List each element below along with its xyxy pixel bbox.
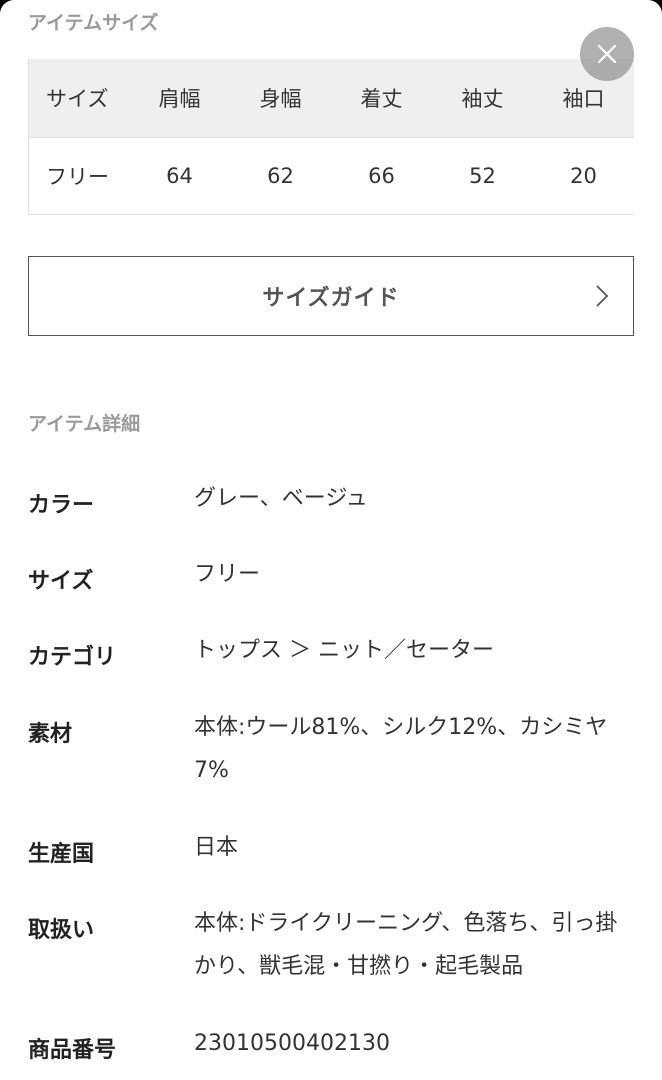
table-cell: 64 — [166, 164, 193, 188]
detail-key: サイズ — [28, 569, 94, 594]
detail-key: 素材 — [28, 722, 73, 747]
item-detail-sheet: アイテムサイズ サイズ 肩幅 身幅 着丈 袖丈 袖口 フリー 64 62 66 … — [0, 0, 662, 1080]
table-cell: 52 — [469, 164, 496, 188]
column-header: 肩幅 — [158, 87, 201, 111]
detail-key: カテゴリ — [28, 645, 117, 670]
column-header: 袖丈 — [461, 87, 504, 111]
size-table: サイズ 肩幅 身幅 着丈 袖丈 袖口 フリー 64 62 66 52 20 — [28, 59, 634, 215]
item-details-title: アイテム詳細 — [28, 413, 141, 435]
detail-value: グレー、ベージュ — [194, 486, 368, 511]
column-header: サイズ — [46, 87, 109, 111]
column-header: 身幅 — [259, 87, 302, 111]
close-button[interactable] — [580, 27, 634, 81]
detail-value: 本体:ドライクリーニング、色落ち、引っ掛かり、獣毛混・甘撚り・起毛製品 — [194, 911, 618, 979]
detail-value: 本体:ウール81%、シルク12%、カシミヤ7% — [194, 715, 608, 783]
column-header: 袖口 — [562, 87, 605, 111]
detail-key: 生産国 — [28, 842, 95, 867]
column-header: 着丈 — [360, 87, 403, 111]
table-cell: 66 — [368, 164, 395, 188]
size-guide-button[interactable]: サイズガイド — [28, 256, 634, 336]
close-icon — [597, 44, 617, 64]
table-cell: フリー — [46, 165, 109, 189]
size-table-header: サイズ 肩幅 身幅 着丈 袖丈 袖口 — [29, 59, 634, 137]
table-row: フリー 64 62 66 52 20 — [29, 137, 634, 214]
detail-value: フリー — [194, 562, 261, 587]
detail-value: 23010500402130 — [194, 1031, 390, 1056]
item-size-title: アイテムサイズ — [28, 12, 159, 34]
detail-key: 取扱い — [28, 918, 95, 943]
table-cell: 62 — [267, 164, 294, 188]
detail-value: トップス ＞ ニット／セーター — [194, 638, 494, 663]
detail-key: 商品番号 — [28, 1038, 117, 1063]
chevron-right-icon — [596, 285, 609, 307]
size-guide-label: サイズガイド — [262, 286, 400, 311]
table-cell: 20 — [570, 164, 597, 188]
detail-key: カラー — [28, 493, 95, 518]
detail-value: 日本 — [194, 835, 239, 860]
